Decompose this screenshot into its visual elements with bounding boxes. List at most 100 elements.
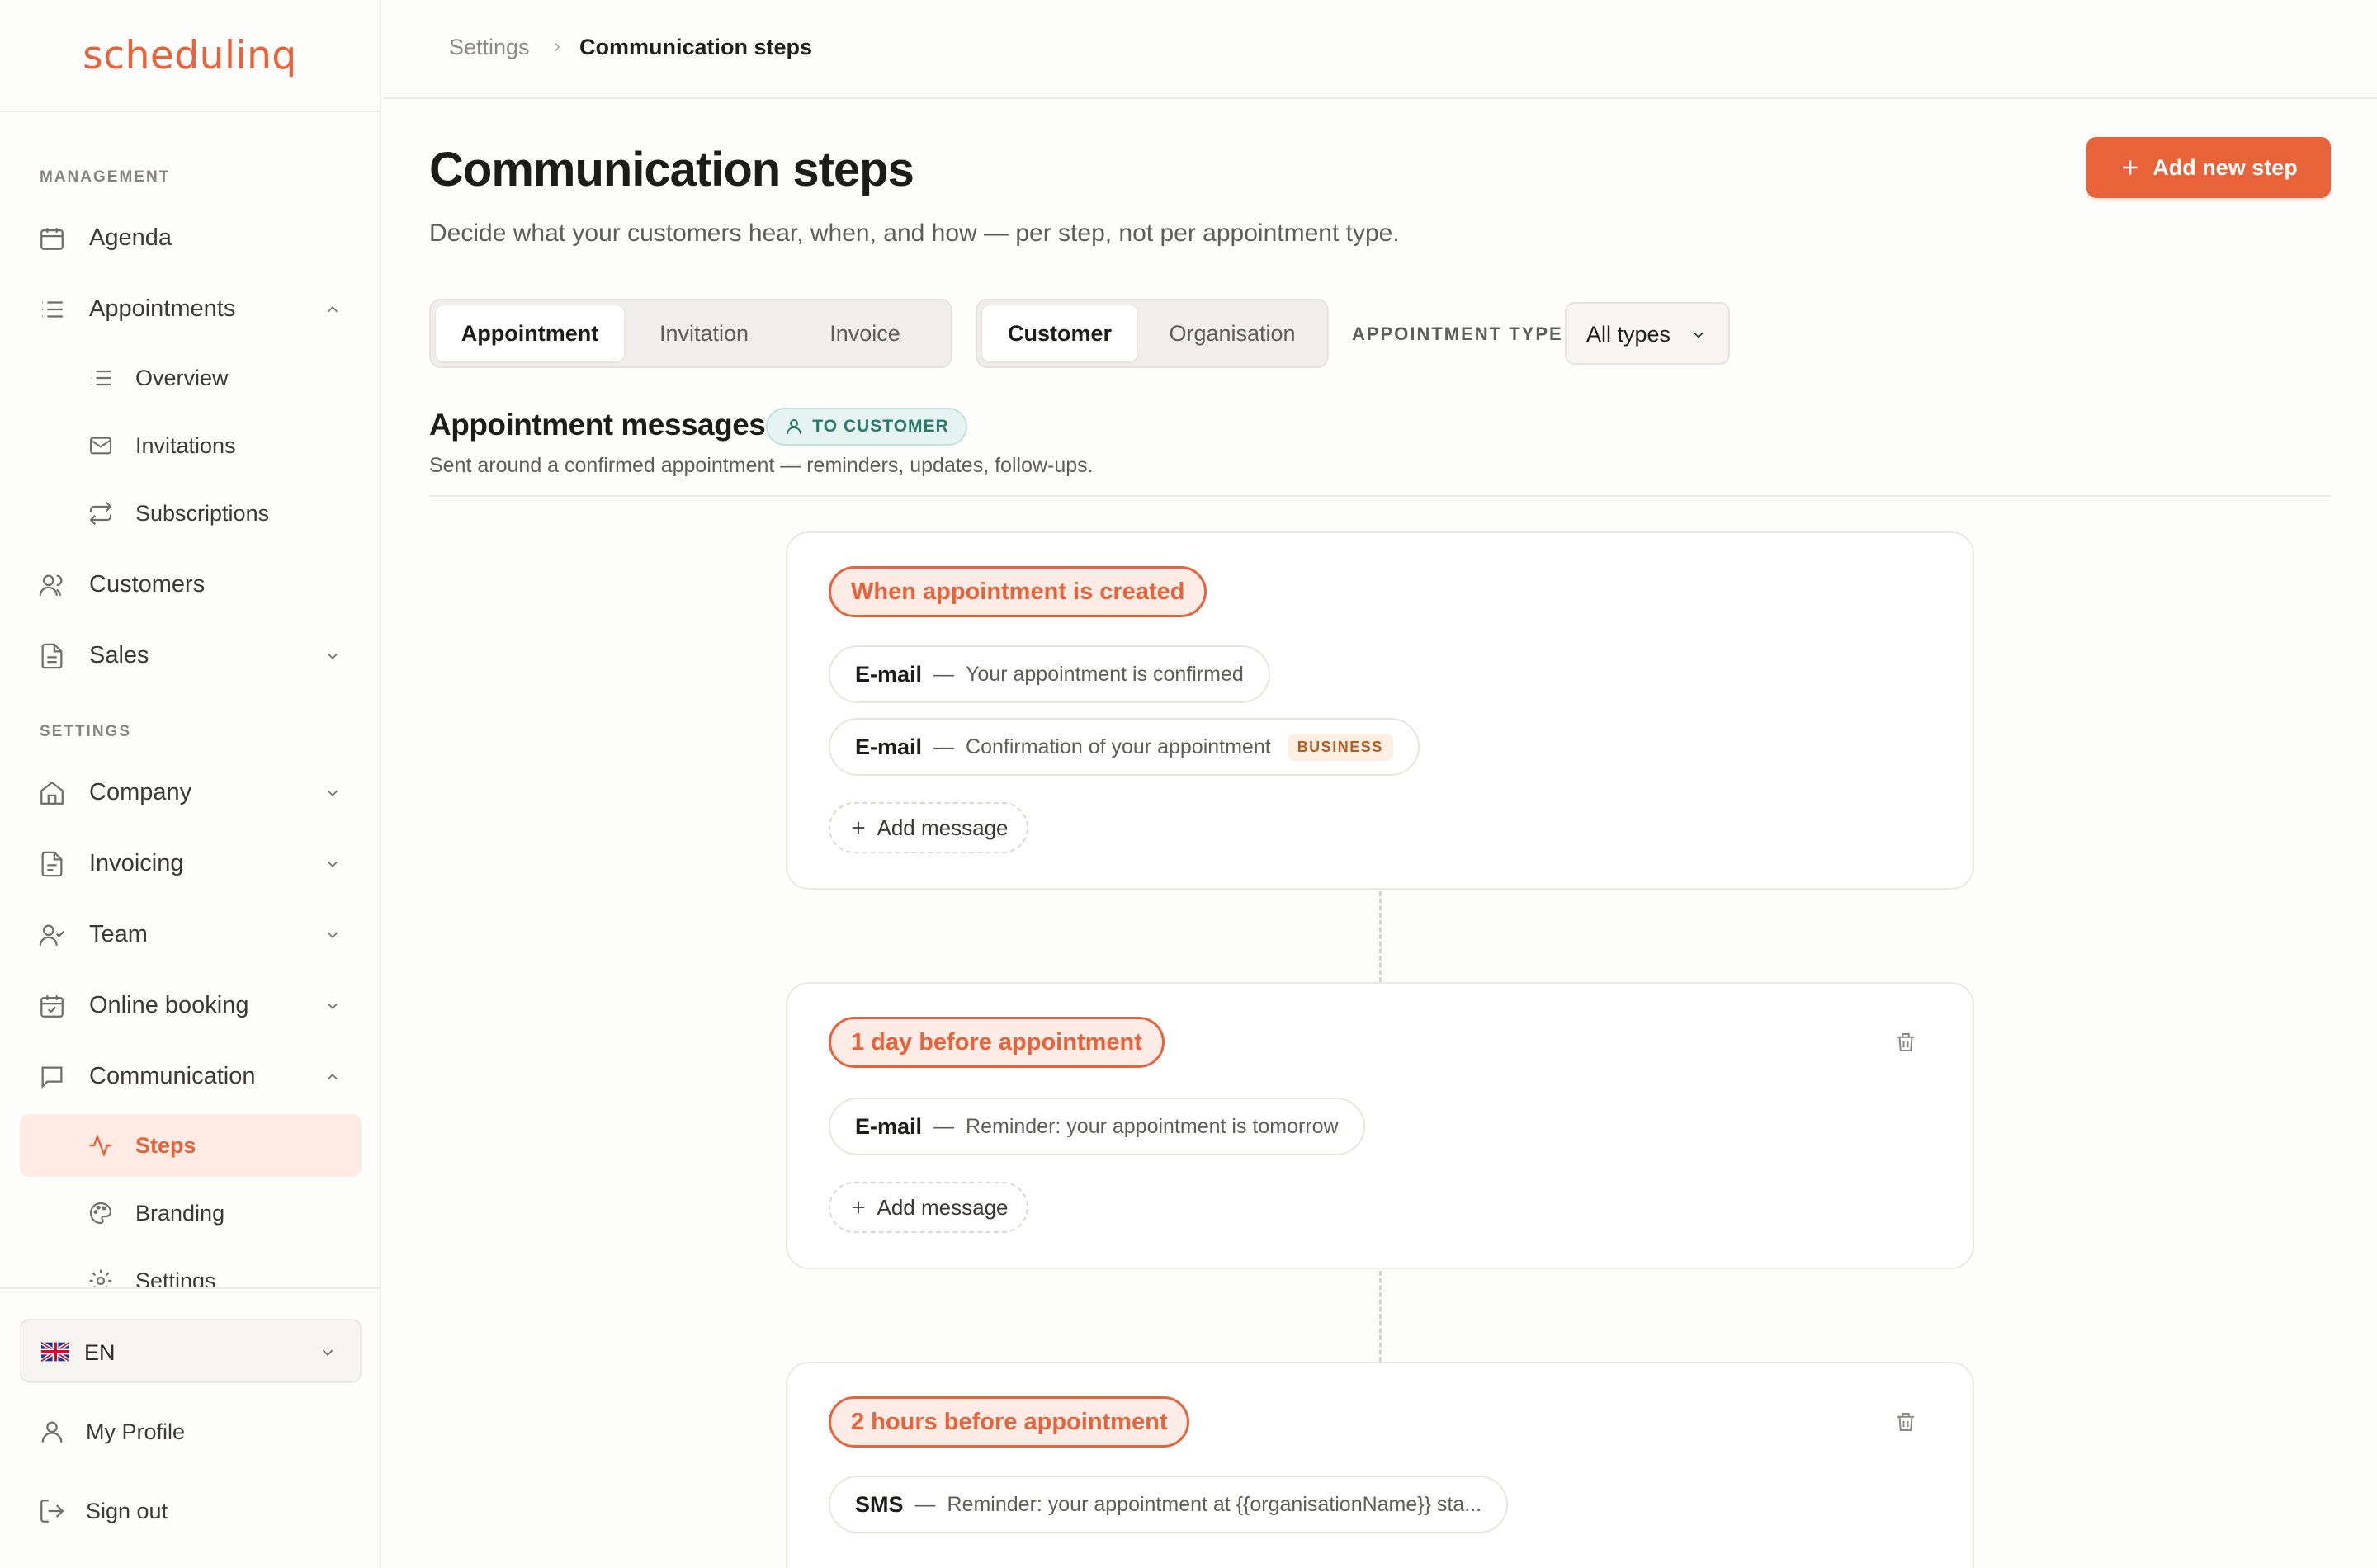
message-channel: E-mail [855, 661, 923, 687]
message-subject: Confirmation of your appointment [966, 734, 1271, 758]
section-divider [429, 495, 2331, 497]
chat-icon [38, 1063, 66, 1091]
business-badge: BUSINESS [1287, 733, 1393, 761]
sidebar-item-team[interactable]: Team [20, 903, 362, 966]
message-chip[interactable]: E-mail — Reminder: your appointment is t… [829, 1098, 1365, 1155]
sidebar-item-sales[interactable]: Sales [20, 624, 362, 687]
sidebar-item-label: Steps [135, 1132, 196, 1158]
page-subtitle: Decide what your customers hear, when, a… [429, 220, 1400, 247]
sidebar-item-subscriptions[interactable]: Subscriptions [20, 482, 362, 545]
my-profile-link[interactable]: My Profile [20, 1403, 362, 1461]
sidebar-item-label: Company [89, 778, 192, 805]
building-icon [38, 779, 66, 807]
add-new-step-button[interactable]: Add new step [2086, 137, 2331, 198]
sidebar-item-settings[interactable]: Settings [20, 1249, 362, 1287]
trash-icon[interactable] [1893, 1410, 1918, 1434]
step-connector [1379, 891, 1382, 982]
trash-icon[interactable] [1893, 1030, 1918, 1055]
invoice-icon [38, 850, 66, 878]
sign-out-label: Sign out [86, 1499, 168, 1523]
app-logo[interactable]: schedulinq [83, 33, 296, 78]
chevron-down-icon[interactable] [324, 855, 342, 873]
audience-badge-label: TO CUSTOMER [812, 417, 949, 436]
sidebar-item-online-booking[interactable]: Online booking [20, 974, 362, 1037]
add-message-label: Add message [877, 815, 1009, 840]
sidebar-item-label: Appointments [89, 295, 236, 322]
step-trigger[interactable]: When appointment is created [829, 566, 1207, 617]
user-icon [784, 417, 804, 437]
sidebar-item-branding[interactable]: Branding [20, 1182, 362, 1244]
section-settings: SETTINGS [40, 723, 132, 740]
sidebar-item-label: Subscriptions [135, 500, 270, 526]
audience-tabs: Customer Organisation [976, 299, 1329, 368]
breadcrumb: Settings Communication steps [383, 0, 2377, 99]
audience-badge: TO CUSTOMER [766, 408, 967, 446]
sidebar-item-label: Invoicing [89, 849, 184, 876]
tab-customer[interactable]: Customer [982, 305, 1137, 361]
message-subject: Your appointment is confirmed [966, 662, 1244, 686]
gear-icon [87, 1268, 114, 1287]
mail-icon [87, 432, 114, 459]
user-check-icon [38, 921, 66, 949]
step-card: 2 hours before appointment SMS — Reminde… [786, 1362, 1974, 1568]
sidebar-item-overview[interactable]: Overview [20, 347, 362, 409]
sidebar-item-steps[interactable]: Steps [20, 1114, 362, 1177]
message-chip[interactable]: SMS — Reminder: your appointment at {{or… [829, 1476, 1509, 1533]
message-chip[interactable]: E-mail — Your appointment is confirmed [829, 645, 1270, 703]
sidebar-item-invoicing[interactable]: Invoicing [20, 832, 362, 895]
page-title: Communication steps [429, 143, 914, 196]
sidebar-item-communication[interactable]: Communication [20, 1045, 362, 1108]
list-icon [38, 295, 66, 324]
chevron-down-icon[interactable] [324, 926, 342, 944]
sidebar-item-label: Communication [89, 1062, 256, 1089]
sidebar-item-label: Branding [135, 1200, 225, 1226]
list-icon [87, 365, 114, 391]
language-label: EN [84, 1340, 116, 1365]
sidebar-item-customers[interactable]: Customers [20, 553, 362, 616]
chevron-up-icon[interactable] [324, 300, 342, 319]
dash-separator: — [914, 1492, 936, 1516]
message-subject: Reminder: your appointment is tomorrow [966, 1114, 1339, 1138]
chevron-down-icon[interactable] [324, 647, 342, 665]
sidebar-item-appointments[interactable]: Appointments [20, 277, 362, 340]
sidebar-item-label: Customers [89, 570, 206, 597]
plus-icon [2119, 157, 2141, 178]
breadcrumb-parent[interactable]: Settings [449, 35, 530, 60]
sidebar-item-label: Invitations [135, 432, 236, 458]
add-message-button[interactable]: Add message [829, 1182, 1028, 1233]
document-icon [38, 642, 66, 670]
tab-organisation[interactable]: Organisation [1142, 305, 1322, 361]
add-message-button[interactable]: Add message [829, 802, 1028, 853]
section-subtitle: Sent around a confirmed appointment — re… [429, 454, 1094, 477]
tab-appointment[interactable]: Appointment [436, 305, 624, 361]
kind-tabs: Appointment Invitation Invoice [429, 299, 952, 368]
step-trigger[interactable]: 1 day before appointment [829, 1017, 1165, 1068]
appointment-type-select[interactable]: All types [1565, 302, 1730, 365]
tab-invoice[interactable]: Invoice [784, 305, 946, 361]
add-new-step-label: Add new step [2153, 154, 2298, 180]
tab-invitation[interactable]: Invitation [626, 305, 782, 361]
sidebar-nav: MANAGEMENT Agenda Appointments Overview [0, 112, 380, 1287]
chevron-down-icon [1690, 327, 1707, 343]
chevron-up-icon[interactable] [324, 1068, 342, 1086]
plus-icon [849, 819, 867, 837]
chevron-down-icon[interactable] [324, 997, 342, 1015]
message-chip[interactable]: E-mail — Confirmation of your appointmen… [829, 718, 1420, 776]
step-trigger[interactable]: 2 hours before appointment [829, 1396, 1190, 1448]
language-select[interactable]: EN [20, 1319, 362, 1383]
sidebar-item-company[interactable]: Company [20, 761, 362, 824]
calendar-icon [38, 224, 66, 253]
dash-separator: — [933, 1114, 955, 1138]
chevron-down-icon [319, 1344, 337, 1362]
chevron-down-icon[interactable] [324, 784, 342, 802]
message-channel: E-mail [855, 734, 923, 759]
logo-area: schedulinq [0, 0, 380, 112]
palette-icon [87, 1200, 114, 1226]
dash-separator: — [933, 662, 955, 686]
sign-out-link[interactable]: Sign out [20, 1482, 362, 1540]
users-icon [38, 571, 66, 599]
plus-icon [849, 1198, 867, 1216]
sidebar-item-invitations[interactable]: Invitations [20, 414, 362, 477]
sidebar-item-agenda[interactable]: Agenda [20, 206, 362, 269]
my-profile-label: My Profile [86, 1419, 186, 1444]
